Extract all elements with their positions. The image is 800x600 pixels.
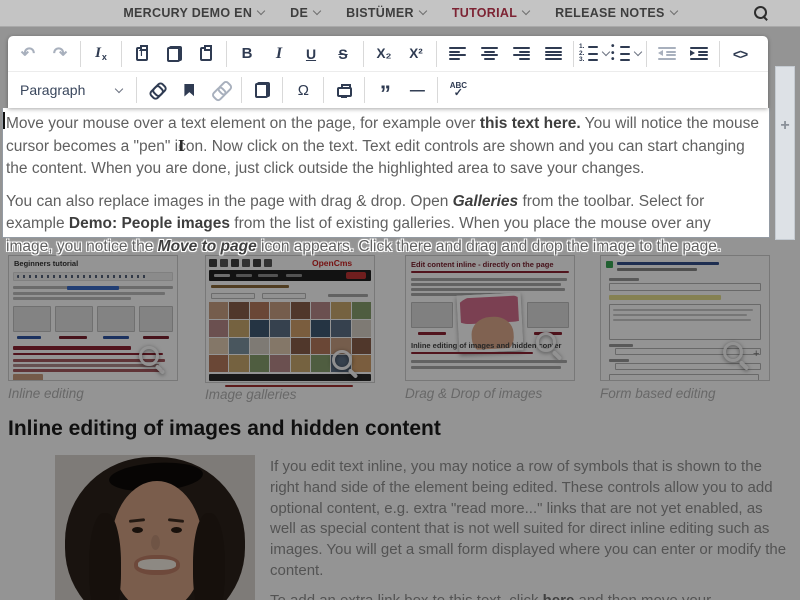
chevron-down-icon: [602, 48, 610, 56]
toolbar-separator: [121, 41, 122, 67]
paste-as-text-icon: T: [136, 47, 148, 61]
align-justify-icon: [545, 47, 562, 60]
toolbar-separator: [323, 77, 324, 103]
screen: MERCURY DEMO EN DE BISTÜMER TUTORIAL REL…: [0, 0, 800, 600]
copy-button[interactable]: [159, 39, 189, 68]
indent-button[interactable]: [684, 39, 714, 68]
mouse-ibeam-cursor: I: [178, 136, 185, 156]
link-icon: [145, 77, 170, 102]
redo-button[interactable]: ↷: [45, 39, 75, 68]
toolbar-separator: [719, 41, 720, 67]
bookmark-icon: [184, 84, 194, 97]
spellcheck-icon: ABC✓: [450, 82, 467, 99]
paragraph-format-select[interactable]: Paragraph: [12, 76, 132, 105]
toolbar-separator: [437, 77, 438, 103]
copy-icon: [167, 46, 182, 62]
blockquote-button[interactable]: ”: [370, 76, 400, 105]
bold-button[interactable]: B: [232, 39, 262, 68]
underline-button[interactable]: U: [296, 39, 326, 68]
toolbar-separator: [136, 77, 137, 103]
numbered-list-button[interactable]: 1.2.3.: [579, 39, 609, 68]
editor-toolbar: ↶ ↷ Ix T B I U S X₂ X² 1.2.3. •••: [8, 36, 768, 108]
numbered-list-icon: 1.2.3.: [579, 45, 598, 62]
nav-item-label: RELEASE NOTES: [555, 6, 664, 20]
printer-icon: [337, 87, 352, 97]
unlink-button[interactable]: [206, 76, 236, 105]
chevron-down-icon: [419, 7, 427, 15]
chevron-down-icon: [115, 84, 123, 92]
nav-item-de[interactable]: DE: [290, 6, 320, 20]
add-content-rail: +: [775, 66, 795, 240]
paste-letter: T: [139, 49, 144, 58]
editable-content-area[interactable]: Move your mouse over a text element on t…: [2, 108, 770, 238]
paste-icon: [200, 47, 212, 61]
superscript-button[interactable]: X²: [401, 39, 431, 68]
unlink-icon: [209, 77, 234, 102]
outdent-button[interactable]: [652, 39, 682, 68]
horizontal-rule-button[interactable]: —: [402, 76, 432, 105]
undo-button[interactable]: ↶: [13, 39, 43, 68]
paste-button[interactable]: [191, 39, 221, 68]
chevron-down-icon: [669, 7, 677, 15]
bullet-list-icon: •••: [611, 45, 630, 62]
toolbar-separator: [363, 41, 364, 67]
outdent-icon: [658, 47, 676, 60]
anchor-button[interactable]: [174, 76, 204, 105]
toolbar-separator: [573, 41, 574, 67]
nav-item-label: MERCURY DEMO EN: [123, 6, 252, 20]
align-right-icon: [513, 47, 530, 60]
toolbar-separator: [241, 77, 242, 103]
nav-item-tutorial[interactable]: TUTORIAL: [452, 6, 529, 20]
toolbar-separator: [226, 41, 227, 67]
align-center-icon: [481, 47, 498, 60]
align-left-button[interactable]: [442, 39, 472, 68]
chevron-down-icon: [257, 7, 265, 15]
subscript-button[interactable]: X₂: [369, 39, 399, 68]
editor-paragraph: You can also replace images in the page …: [6, 191, 761, 259]
chevron-down-icon: [313, 7, 321, 15]
toolbar-separator: [282, 77, 283, 103]
indent-icon: [690, 47, 708, 60]
toolbar-row-1: ↶ ↷ Ix T B I U S X₂ X² 1.2.3. •••: [8, 36, 768, 72]
clear-formatting-icon: I: [95, 45, 101, 62]
nav-item-label: DE: [290, 6, 308, 20]
align-justify-button[interactable]: [538, 39, 568, 68]
checkmark-icon: ✓: [454, 88, 463, 99]
document-copy-icon: [255, 82, 270, 98]
toolbar-separator: [80, 41, 81, 67]
align-right-button[interactable]: [506, 39, 536, 68]
nav-item-label: BISTÜMER: [346, 6, 414, 20]
bullet-list-button[interactable]: •••: [611, 39, 641, 68]
toolbar-separator: [646, 41, 647, 67]
clear-formatting-button[interactable]: Ix: [86, 39, 116, 68]
nav-item-label: TUTORIAL: [452, 6, 517, 20]
chevron-down-icon: [634, 48, 642, 56]
top-navbar: MERCURY DEMO EN DE BISTÜMER TUTORIAL REL…: [0, 0, 800, 27]
print-button[interactable]: [329, 76, 359, 105]
source-code-button[interactable]: <>: [725, 39, 755, 68]
strikethrough-button[interactable]: S: [328, 39, 358, 68]
toolbar-row-2: Paragraph Ω ” — ABC✓: [8, 72, 768, 108]
clear-formatting-sub: x: [102, 52, 107, 62]
align-left-icon: [449, 47, 466, 60]
chevron-down-icon: [522, 7, 530, 15]
italic-button[interactable]: I: [264, 39, 294, 68]
nav-item-release-notes[interactable]: RELEASE NOTES: [555, 6, 676, 20]
insert-link-button[interactable]: [142, 76, 172, 105]
toolbar-separator: [436, 41, 437, 67]
special-character-button[interactable]: Ω: [288, 76, 318, 105]
add-content-button[interactable]: +: [776, 117, 794, 135]
search-icon[interactable]: [753, 5, 770, 22]
text-caret: [3, 112, 5, 129]
paste-as-text-button[interactable]: T: [127, 39, 157, 68]
spellcheck-button[interactable]: ABC✓: [443, 76, 473, 105]
toolbar-separator: [364, 77, 365, 103]
nav-item-mercury-demo-en[interactable]: MERCURY DEMO EN: [123, 6, 264, 20]
paragraph-format-label: Paragraph: [20, 82, 85, 98]
align-center-button[interactable]: [474, 39, 504, 68]
nav-item-bistuemer[interactable]: BISTÜMER: [346, 6, 426, 20]
editor-paragraph: Move your mouse over a text element on t…: [6, 113, 761, 181]
insert-template-button[interactable]: [247, 76, 277, 105]
